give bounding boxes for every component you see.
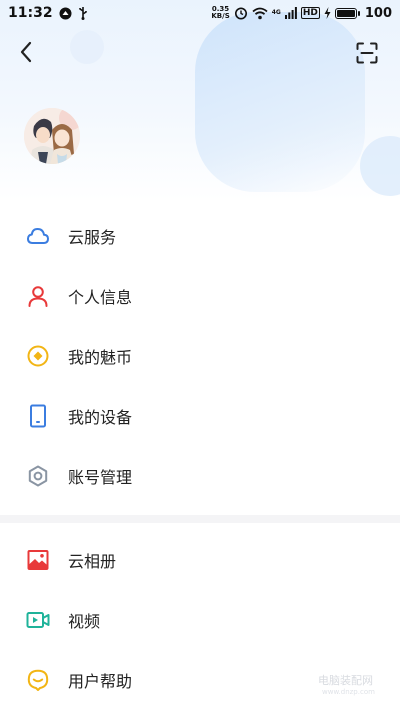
back-arrow-icon: [20, 41, 32, 63]
help-chat-icon: [26, 668, 50, 692]
header-background: [0, 0, 400, 200]
section-divider: [0, 515, 400, 523]
avatar[interactable]: [24, 108, 80, 164]
back-button[interactable]: [12, 38, 40, 66]
menu-item-label: 账号管理: [68, 468, 133, 487]
menu-item-label: 我的魅币: [68, 348, 133, 367]
hd-badge: HD: [300, 7, 320, 19]
menu-item-cloud-album[interactable]: 云相册: [0, 530, 400, 590]
status-time: 11:32: [8, 5, 53, 21]
alarm-icon: [234, 7, 247, 20]
usb-icon: [78, 7, 87, 20]
header-decoration: [360, 136, 400, 196]
scan-button[interactable]: [354, 40, 380, 66]
header-decoration: [195, 12, 365, 192]
menu-item-label: 我的设备: [68, 408, 133, 427]
avatar-image: [24, 108, 80, 164]
primary-menu: 云服务 个人信息 我的魅币 我的设备 账号管理: [0, 206, 400, 506]
menu-item-label: 云服务: [68, 228, 117, 247]
signal-icon: [284, 7, 297, 19]
battery-icon: [334, 7, 360, 19]
coin-icon: [26, 344, 50, 368]
status-bar: 11:32 0.35 KB/S 4G HD 100: [0, 0, 400, 26]
network-speed: 0.35 KB/S: [211, 5, 230, 20]
menu-item-account-management[interactable]: 账号管理: [0, 446, 400, 506]
photo-album-icon: [26, 548, 50, 572]
menu-item-video[interactable]: 视频: [0, 590, 400, 650]
battery-level: 100: [364, 5, 392, 21]
menu-item-label: 个人信息: [68, 288, 133, 307]
menu-item-my-devices[interactable]: 我的设备: [0, 386, 400, 446]
person-icon: [26, 284, 50, 308]
menu-item-personal-info[interactable]: 个人信息: [0, 266, 400, 326]
menu-item-label: 云相册: [68, 552, 117, 571]
gear-icon: [26, 464, 50, 488]
menu-item-label: 用户帮助: [68, 672, 133, 691]
cloud-icon: [26, 224, 50, 248]
wifi-icon: [252, 7, 268, 19]
phone-device-icon: [26, 404, 50, 428]
video-icon: [26, 608, 50, 632]
menu-item-cloud-service[interactable]: 云服务: [0, 206, 400, 266]
notification-icon: [59, 7, 72, 19]
header-decoration: [70, 30, 104, 64]
watermark-url: www.dnzp.com: [322, 688, 375, 696]
menu-item-label: 视频: [68, 612, 101, 631]
charging-icon: [324, 7, 331, 19]
menu-item-my-coins[interactable]: 我的魅币: [0, 326, 400, 386]
scan-icon: [356, 42, 378, 64]
watermark: 电脑装配网: [318, 674, 373, 687]
network-badge: 4G: [271, 8, 281, 16]
